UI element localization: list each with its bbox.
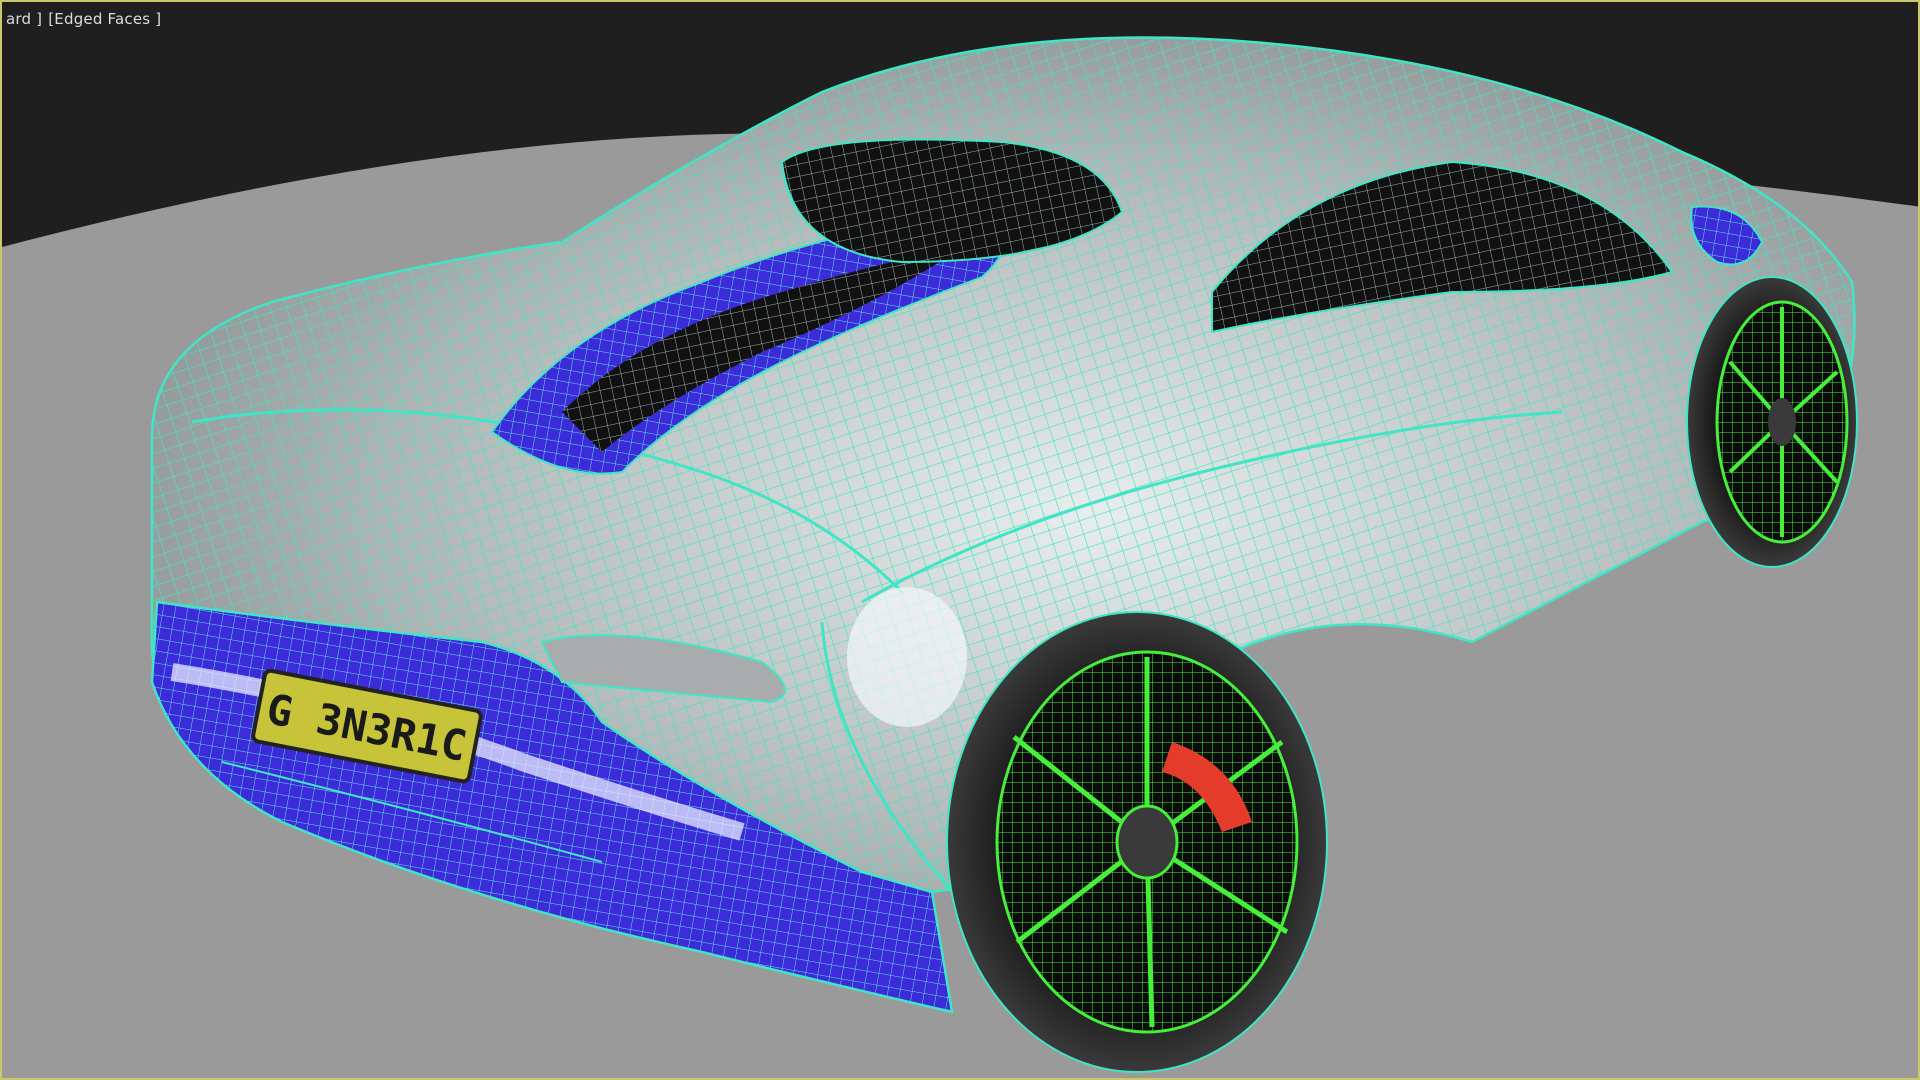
viewport-view-label[interactable]: ard ] bbox=[6, 10, 42, 28]
front-wheel-far bbox=[1686, 276, 1858, 568]
rear-wheel-near bbox=[946, 611, 1328, 1073]
viewport-scene[interactable]: G 3N3R1C bbox=[2, 2, 1920, 1080]
viewport-shading-mode[interactable]: [Edged Faces ] bbox=[48, 10, 161, 28]
viewport-perspective[interactable]: G 3N3R1C ard] [Edged Faces] bbox=[0, 0, 1920, 1080]
viewport-label[interactable]: ard ] [Edged Faces ] bbox=[6, 10, 167, 28]
